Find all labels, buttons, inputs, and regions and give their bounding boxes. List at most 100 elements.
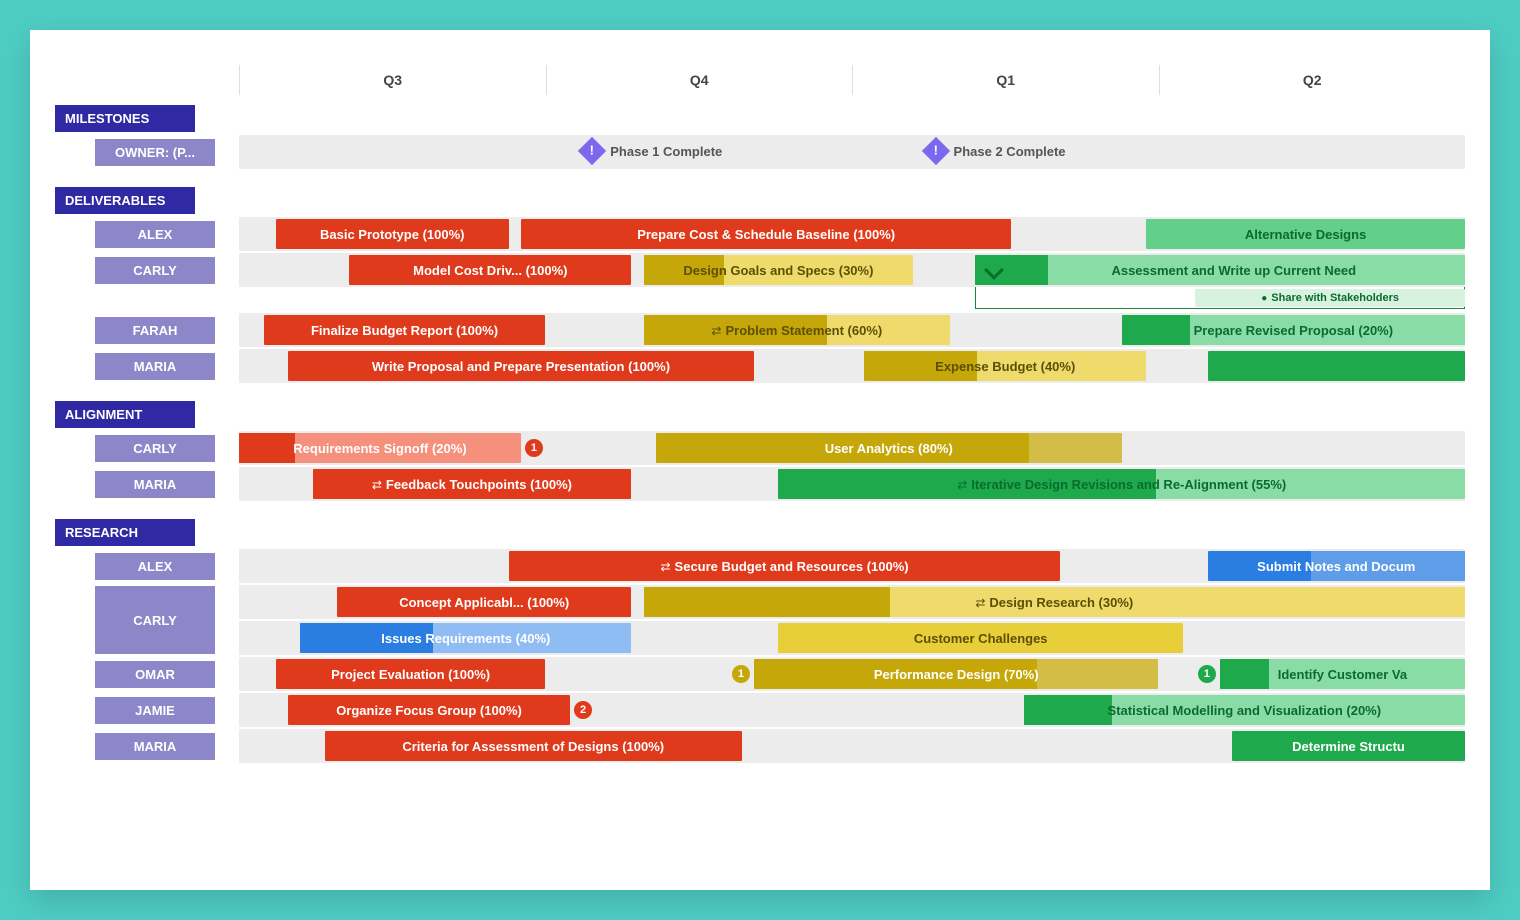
gantt-subtask-label: Share with Stakeholders <box>1261 292 1399 304</box>
gantt-bar[interactable]: Determine Structu <box>1232 731 1465 761</box>
gantt-bar[interactable]: Basic Prototype (100%) <box>276 219 509 249</box>
gantt-bar-label: Write Proposal and Prepare Presentation … <box>372 359 670 374</box>
owner-label[interactable]: FARAH <box>95 317 215 344</box>
gantt-bar-label: Feedback Touchpoints (100%) <box>372 477 572 492</box>
gantt-track[interactable]: Model Cost Driv... (100%) Design Goals an… <box>239 253 1465 287</box>
gantt-bar-label: Expense Budget (40%) <box>935 359 1075 374</box>
gantt-bar-label: Design Goals and Specs (30%) <box>683 263 873 278</box>
gantt-bar[interactable]: Assessment and Write up Current Need <box>975 255 1465 285</box>
gantt-bar-label: Criteria for Assessment of Designs (100%… <box>402 739 664 754</box>
gantt-track[interactable]: Secure Budget and Resources (100%) Submit… <box>239 549 1465 583</box>
gantt-bar-label: Issues Requirements (40%) <box>381 631 550 646</box>
owner-label[interactable]: CARLY <box>95 586 215 654</box>
gantt-bar[interactable]: Concept Applicabl... (100%) <box>337 587 631 617</box>
gantt-bar-label: Finalize Budget Report (100%) <box>311 323 498 338</box>
quarter-header: Q4 <box>546 65 853 95</box>
gantt-bar-label: Alternative Designs <box>1245 227 1366 242</box>
section-header[interactable]: RESEARCH <box>55 519 195 546</box>
quarter-header: Q3 <box>239 65 546 95</box>
owner-label[interactable]: CARLY <box>95 435 215 462</box>
owner-label[interactable]: MARIA <box>95 353 215 380</box>
gantt-track[interactable]: Phase 1 Complete Phase 2 Complete <box>239 135 1465 169</box>
owner-label[interactable]: MARIA <box>95 471 215 498</box>
gantt-bar[interactable]: Problem Statement (60%) <box>644 315 951 345</box>
milestone-label: Phase 2 Complete <box>954 144 1066 159</box>
owner-label[interactable]: ALEX <box>95 221 215 248</box>
gantt-bar-label: Determine Structu <box>1292 739 1405 754</box>
owner-label[interactable]: OMAR <box>95 661 215 688</box>
gantt-bar[interactable]: Organize Focus Group (100%) <box>288 695 570 725</box>
gantt-timeline: Q3Q4Q1Q2 MILESTONES OWNER: (P... Phase 1 Co… <box>55 65 1465 865</box>
gantt-bar-label: Customer Challenges <box>914 631 1048 646</box>
gantt-bar[interactable]: Iterative Design Revisions and Re-Alignm… <box>778 469 1465 499</box>
gantt-bar[interactable]: Criteria for Assessment of Designs (100%… <box>325 731 742 761</box>
gantt-bar-label: Performance Design (70%) <box>874 667 1039 682</box>
gantt-track[interactable]: Finalize Budget Report (100%) Problem Sta… <box>239 313 1465 347</box>
gantt-bar[interactable]: Issues Requirements (40%) <box>300 623 631 653</box>
gantt-bar-label: Identify Customer Va <box>1278 667 1407 682</box>
gantt-bar-label: Prepare Cost & Schedule Baseline (100%) <box>637 227 895 242</box>
gantt-bar[interactable]: Finalize Budget Report (100%) <box>264 315 546 345</box>
gantt-track[interactable]: Criteria for Assessment of Designs (100%… <box>239 729 1465 763</box>
gantt-bar-label: Submit Notes and Docum <box>1257 559 1415 574</box>
gantt-track[interactable]: Organize Focus Group (100%) 2 Statistical … <box>239 693 1465 727</box>
gantt-bar[interactable] <box>1208 351 1465 381</box>
milestone-label: Phase 1 Complete <box>610 144 722 159</box>
count-badge[interactable]: 1 <box>1198 665 1216 683</box>
owner-label[interactable]: JAMIE <box>95 697 215 724</box>
gantt-track[interactable]: Basic Prototype (100%) Prepare Cost & Sch… <box>239 217 1465 251</box>
quarter-header: Q1 <box>852 65 1159 95</box>
gantt-bar-label: Concept Applicabl... (100%) <box>399 595 569 610</box>
gantt-bar[interactable]: Alternative Designs <box>1146 219 1465 249</box>
section-header[interactable]: MILESTONES <box>55 105 195 132</box>
gantt-bar[interactable]: Prepare Cost & Schedule Baseline (100%) <box>521 219 1011 249</box>
gantt-bar-label: Assessment and Write up Current Need <box>1111 263 1356 278</box>
gantt-bar-label: Organize Focus Group (100%) <box>336 703 522 718</box>
gantt-bar-label: Problem Statement (60%) <box>711 323 882 338</box>
milestone[interactable]: Phase 1 Complete <box>582 141 722 161</box>
section-header[interactable]: DELIVERABLES <box>55 187 195 214</box>
count-badge[interactable]: 2 <box>574 701 592 719</box>
gantt-bar-label: Requirements Signoff (20%) <box>293 441 466 456</box>
gantt-bar[interactable]: Project Evaluation (100%) <box>276 659 546 689</box>
gantt-bar[interactable]: Performance Design (70%) <box>754 659 1159 689</box>
count-badge[interactable]: 1 <box>525 439 543 457</box>
gantt-bar-label: Project Evaluation (100%) <box>331 667 490 682</box>
gantt-bar[interactable]: Model Cost Driv... (100%) <box>349 255 631 285</box>
gantt-bar[interactable]: Prepare Revised Proposal (20%) <box>1122 315 1465 345</box>
gantt-track[interactable]: Write Proposal and Prepare Presentation … <box>239 349 1465 383</box>
gantt-bar[interactable]: Design Research (30%) <box>644 587 1465 617</box>
gantt-subtask[interactable]: Share with Stakeholders <box>1195 289 1465 307</box>
gantt-bar-label: Secure Budget and Resources (100%) <box>660 559 908 574</box>
gantt-bar[interactable]: Submit Notes and Docum <box>1208 551 1465 581</box>
gantt-bar[interactable]: Identify Customer Va <box>1220 659 1465 689</box>
owner-label[interactable]: OWNER: (P... <box>95 139 215 166</box>
owner-label[interactable]: MARIA <box>95 733 215 760</box>
gantt-bar[interactable]: Customer Challenges <box>778 623 1183 653</box>
milestone-icon <box>921 137 949 165</box>
gantt-track[interactable]: Feedback Touchpoints (100%) Iterative Des… <box>239 467 1465 501</box>
section-header[interactable]: ALIGNMENT <box>55 401 195 428</box>
gantt-track[interactable]: Requirements Signoff (20%) 1 User Analytic… <box>239 431 1465 465</box>
owner-label[interactable]: CARLY <box>95 257 215 284</box>
gantt-bar[interactable]: User Analytics (80%) <box>656 433 1122 463</box>
gantt-canvas: Q3Q4Q1Q2 MILESTONES OWNER: (P... Phase 1 Co… <box>30 30 1490 890</box>
gantt-bar[interactable]: Requirements Signoff (20%) <box>239 433 521 463</box>
milestone-icon <box>578 137 606 165</box>
gantt-bar[interactable]: Write Proposal and Prepare Presentation … <box>288 351 754 381</box>
gantt-bar-label: User Analytics (80%) <box>825 441 953 456</box>
count-badge[interactable]: 1 <box>732 665 750 683</box>
owner-label[interactable]: ALEX <box>95 553 215 580</box>
gantt-bar-label: Model Cost Driv... (100%) <box>413 263 567 278</box>
gantt-bar[interactable]: Statistical Modelling and Visualization … <box>1024 695 1465 725</box>
gantt-track[interactable]: Project Evaluation (100%) Performance Des… <box>239 657 1465 691</box>
gantt-bar-label: Statistical Modelling and Visualization … <box>1108 703 1382 718</box>
gantt-bar[interactable]: Secure Budget and Resources (100%) <box>509 551 1061 581</box>
gantt-bar-label: Basic Prototype (100%) <box>320 227 465 242</box>
timeline-header: Q3Q4Q1Q2 <box>55 65 1465 95</box>
gantt-bar[interactable]: Expense Budget (40%) <box>864 351 1146 381</box>
gantt-bar-label: Prepare Revised Proposal (20%) <box>1194 323 1393 338</box>
gantt-bar[interactable]: Feedback Touchpoints (100%) <box>313 469 632 499</box>
milestone[interactable]: Phase 2 Complete <box>926 141 1066 161</box>
gantt-bar[interactable]: Design Goals and Specs (30%) <box>644 255 914 285</box>
